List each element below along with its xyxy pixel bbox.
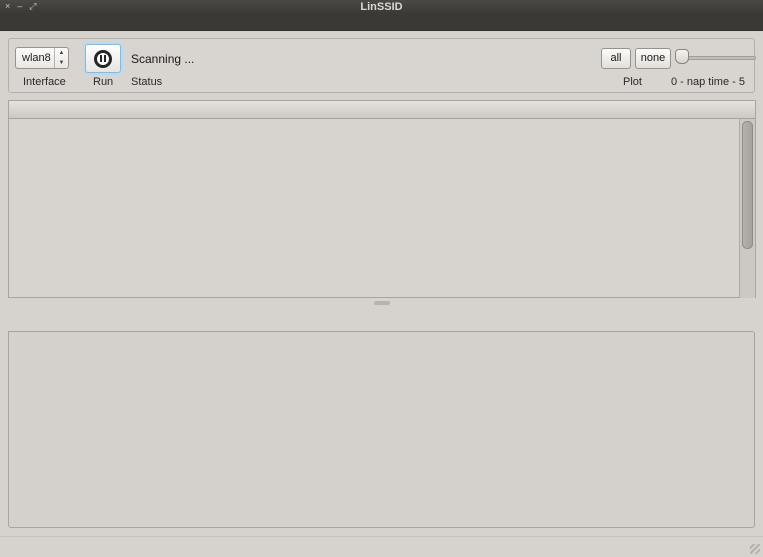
plot-none-button[interactable]: none: [635, 48, 671, 69]
network-table: [8, 100, 756, 298]
nap-time-slider-handle[interactable]: [675, 49, 689, 64]
interface-select[interactable]: wlan8 ▲▼: [15, 47, 69, 69]
splitter-handle[interactable]: [8, 299, 755, 307]
resize-grip[interactable]: [750, 544, 760, 554]
toolbar-panel: wlan8 ▲▼ Scanning ... Interface Run Stat…: [8, 38, 755, 93]
maximize-icon[interactable]: ⤢: [29, 0, 36, 13]
channel-graph-panel: [8, 331, 755, 528]
status-bar: [0, 536, 763, 557]
table-vertical-scrollbar[interactable]: [739, 119, 755, 298]
title-bar: LinSSID × – ⤢: [0, 0, 763, 14]
interface-value: wlan8: [22, 52, 51, 64]
status-value: Scanning ...: [131, 52, 194, 66]
window-title: LinSSID: [0, 0, 763, 14]
interface-label: Interface: [23, 76, 66, 88]
plot-all-button[interactable]: all: [601, 48, 631, 69]
menu-bar: [0, 14, 763, 31]
pause-icon: [94, 50, 112, 68]
nap-time-label: 0 - nap time - 5: [671, 76, 745, 88]
run-button[interactable]: [85, 44, 121, 73]
close-icon[interactable]: ×: [5, 0, 10, 13]
graph-tab-bar: [8, 309, 755, 331]
table-header-row: [9, 101, 755, 119]
channel-graph: [9, 332, 754, 527]
minimize-icon[interactable]: –: [17, 0, 22, 13]
spinner-arrows-icon[interactable]: ▲▼: [54, 48, 68, 68]
run-label: Run: [93, 76, 113, 88]
scrollbar-thumb[interactable]: [742, 121, 753, 249]
plot-label: Plot: [623, 76, 642, 88]
status-label: Status: [131, 76, 162, 88]
